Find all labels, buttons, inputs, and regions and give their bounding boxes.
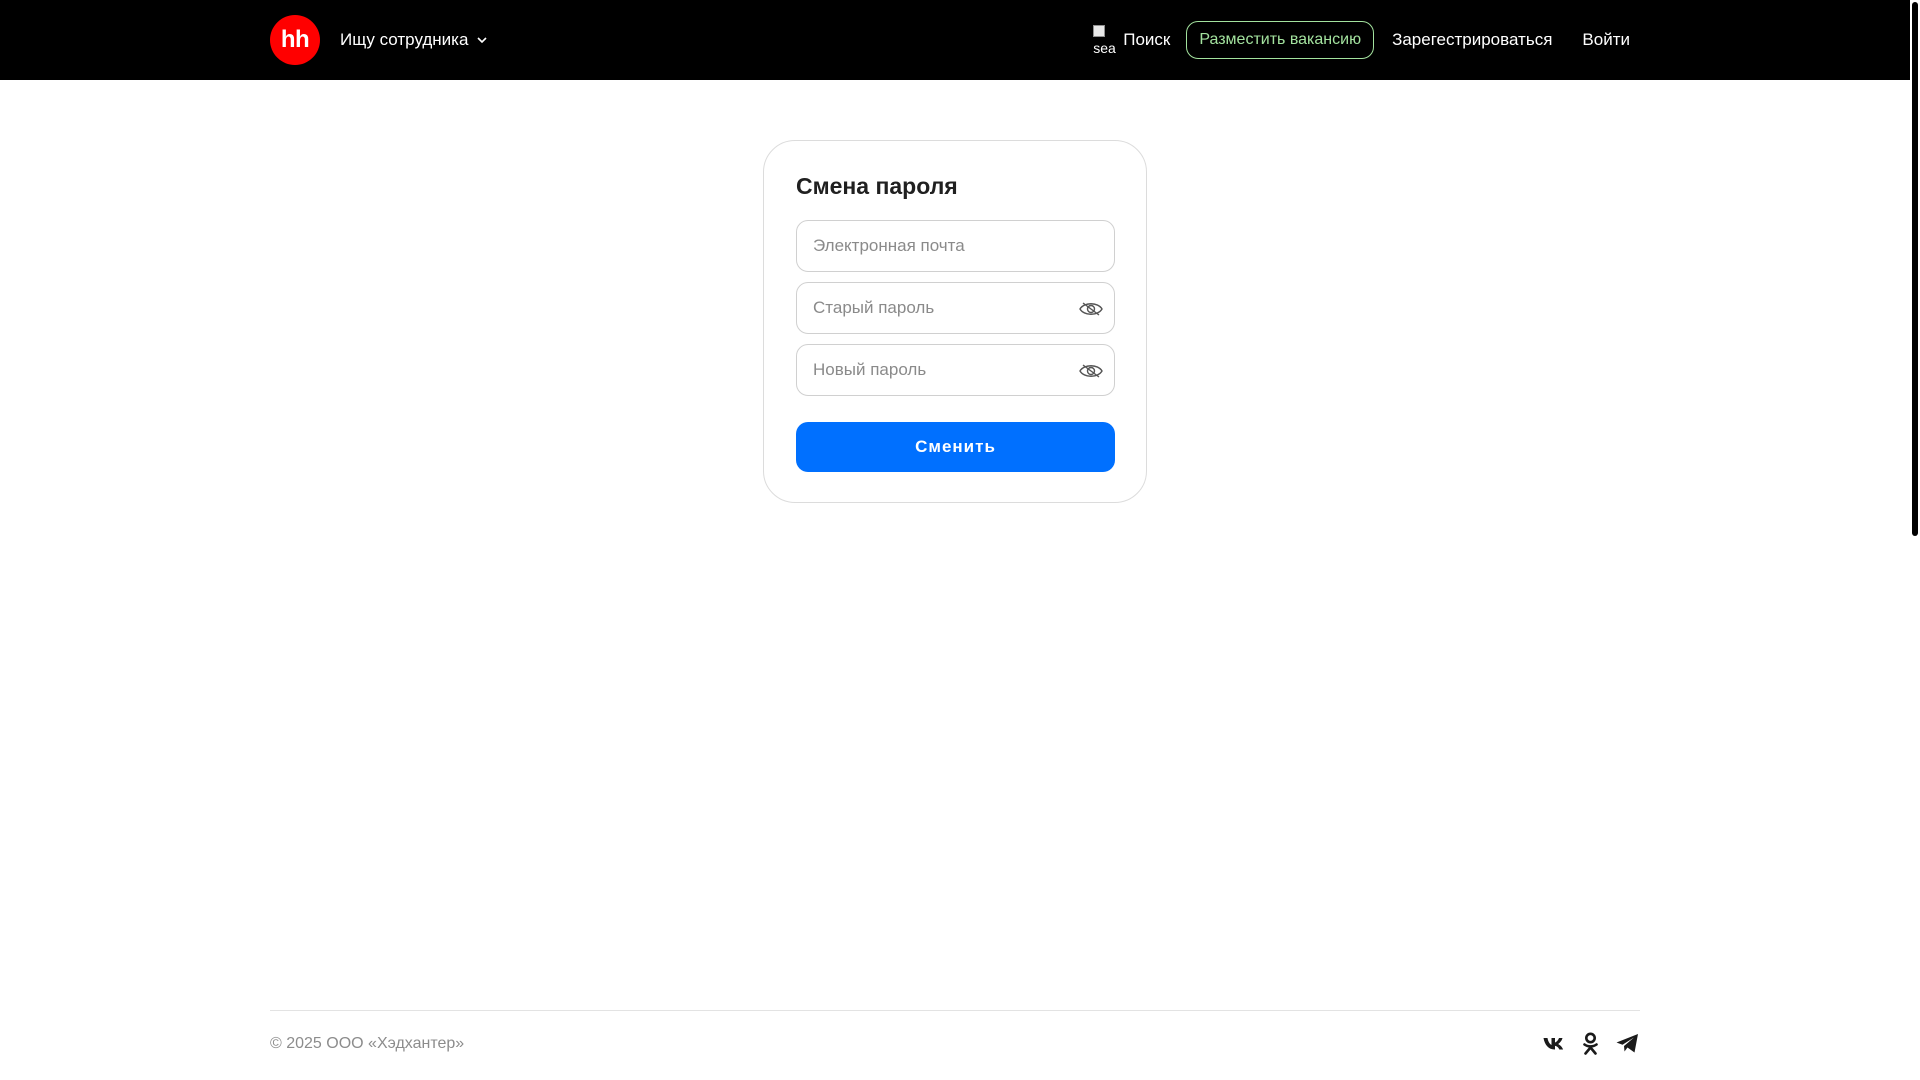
post-vacancy-button[interactable]: Разместить вакансию	[1186, 21, 1375, 59]
scrollbar-thumb[interactable]	[1912, 2, 1918, 536]
broken-image-icon	[1093, 25, 1106, 37]
page-title: Смена пароля	[796, 173, 958, 199]
copyright: © 2025 ООО «Хэдхантер»	[270, 1035, 465, 1052]
register-link[interactable]: Зарегестрироваться	[1392, 30, 1552, 50]
old-password-field[interactable]	[797, 283, 1114, 333]
top-header: hh Ищу сотрудника sea Поиск Разместить в…	[0, 0, 1910, 80]
header-nav: sea Поиск Разместить вакансию Зарегестри…	[1093, 0, 1630, 80]
search-icon-alt-text: sea	[1093, 40, 1116, 56]
new-password-field-wrapper	[796, 344, 1115, 396]
page-scrollbar[interactable]	[1910, 0, 1920, 1080]
page: hh Ищу сотрудника sea Поиск Разместить в…	[0, 0, 1920, 1080]
search-link[interactable]: sea Поиск	[1093, 25, 1170, 55]
chevron-down-icon	[477, 37, 488, 44]
telegram-icon[interactable]	[1615, 1031, 1640, 1056]
old-password-field-wrapper	[796, 282, 1115, 334]
email-field-wrapper	[796, 220, 1115, 272]
hh-logo[interactable]: hh	[270, 15, 320, 65]
new-password-field[interactable]	[797, 345, 1114, 395]
change-password-button[interactable]: Сменить	[796, 422, 1115, 472]
search-icon: sea	[1093, 25, 1117, 55]
search-label: Поиск	[1123, 30, 1171, 49]
change-password-card: Смена пароля Сменить	[763, 140, 1147, 503]
email-field[interactable]	[797, 221, 1114, 271]
role-switch-dropdown[interactable]: Ищу сотрудника	[340, 27, 488, 53]
role-switch-label: Ищу сотрудника	[340, 30, 469, 49]
eye-icon[interactable]	[1078, 359, 1104, 383]
login-link[interactable]: Войти	[1582, 30, 1630, 50]
odnoklassniki-icon[interactable]	[1578, 1031, 1603, 1056]
eye-icon[interactable]	[1078, 297, 1104, 321]
vk-icon[interactable]	[1541, 1031, 1566, 1056]
social-links	[1541, 1031, 1640, 1056]
footer-divider	[270, 1010, 1640, 1011]
